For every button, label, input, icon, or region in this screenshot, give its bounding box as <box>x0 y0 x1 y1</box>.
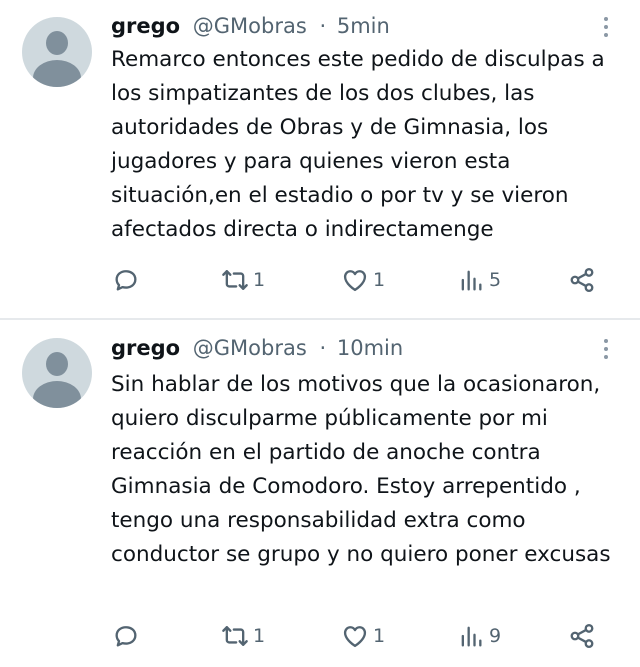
reply-button[interactable] <box>112 618 140 654</box>
timestamp[interactable]: 5min <box>337 14 390 38</box>
tweet-header: grego @GMobras · 5min <box>111 12 390 40</box>
avatar[interactable] <box>22 338 92 408</box>
retweet-button[interactable]: 1 <box>221 262 265 298</box>
views-icon <box>461 626 482 647</box>
tweet[interactable]: grego @GMobras · 5min Remarco entonces e… <box>0 0 640 318</box>
author-handle[interactable]: @GMobras <box>193 14 307 38</box>
like-icon <box>343 270 367 292</box>
retweet-icon <box>222 626 248 646</box>
share-icon <box>570 267 594 293</box>
avatar[interactable] <box>22 17 92 87</box>
retweet-button[interactable]: 1 <box>221 618 265 654</box>
tweet[interactable]: grego @GMobras · 10min Sin hablar de los… <box>0 320 640 667</box>
share-button[interactable] <box>568 262 596 298</box>
retweet-count: 1 <box>253 625 266 647</box>
action-bar: 1 1 9 <box>108 618 608 654</box>
like-icon <box>343 626 367 648</box>
retweet-count: 1 <box>253 269 266 291</box>
retweet-icon <box>222 270 248 290</box>
views-icon <box>461 270 482 291</box>
views-button[interactable]: 9 <box>457 618 501 654</box>
tweet-header: grego @GMobras · 10min <box>111 334 403 362</box>
separator: · <box>319 14 327 38</box>
action-bar: 1 1 5 <box>108 262 608 298</box>
author-handle[interactable]: @GMobras <box>193 336 307 360</box>
author-name[interactable]: grego <box>111 336 180 360</box>
views-button[interactable]: 5 <box>457 262 501 298</box>
views-count: 5 <box>489 269 502 291</box>
tweet-text: Remarco entonces este pedido de disculpa… <box>111 47 605 242</box>
like-button[interactable]: 1 <box>341 262 385 298</box>
reply-icon <box>115 626 137 647</box>
more-icon[interactable] <box>600 14 612 44</box>
like-count: 1 <box>373 269 386 291</box>
share-icon <box>570 623 594 649</box>
separator: · <box>319 336 327 360</box>
views-count: 9 <box>489 625 502 647</box>
more-icon[interactable] <box>600 336 612 366</box>
tweet-text: Sin hablar de los motivos que la ocasion… <box>111 372 611 567</box>
like-button[interactable]: 1 <box>341 618 385 654</box>
reply-icon <box>115 270 137 291</box>
reply-button[interactable] <box>112 262 140 298</box>
timestamp[interactable]: 10min <box>337 336 403 360</box>
share-button[interactable] <box>568 618 596 654</box>
like-count: 1 <box>373 625 386 647</box>
author-name[interactable]: grego <box>111 14 180 38</box>
